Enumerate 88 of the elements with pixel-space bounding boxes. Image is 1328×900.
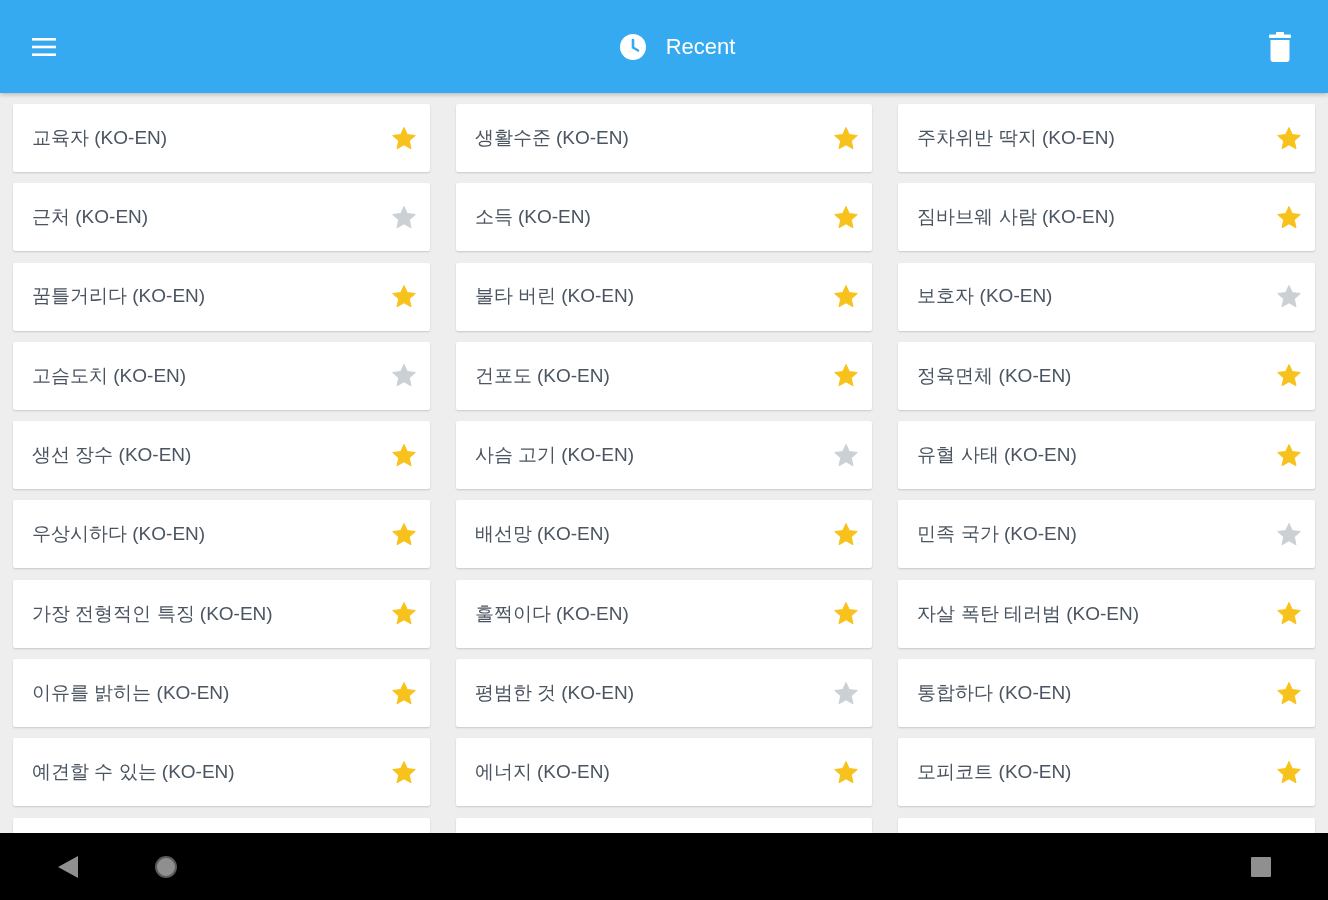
- entry-term: 통합하다 (KO-EN): [917, 680, 1072, 705]
- star-icon[interactable]: [391, 760, 416, 784]
- entry-card[interactable]: 통합하다 (KO-EN): [898, 659, 1315, 728]
- entry-card[interactable]: 생선 장수 (KO-EN): [13, 421, 430, 490]
- star-icon[interactable]: [834, 285, 859, 309]
- star-icon[interactable]: [834, 364, 859, 388]
- entry-card[interactable]: 사슴 고기 (KO-EN): [455, 421, 873, 490]
- home-icon[interactable]: [155, 855, 177, 878]
- entry-term: 자살 폭탄 테러범 (KO-EN): [917, 601, 1139, 626]
- entry-term: 훌쩍이다 (KO-EN): [474, 601, 629, 626]
- star-icon[interactable]: [834, 523, 859, 546]
- entry-card[interactable]: 근처 (KO-EN): [13, 183, 430, 252]
- entry-card[interactable]: 평범한 것 (KO-EN): [455, 659, 873, 728]
- entry-card[interactable]: 짐바브웨 사람 (KO-EN): [898, 183, 1315, 252]
- entry-term: 예견할 수 있는 (KO-EN): [32, 760, 235, 785]
- entry-card[interactable]: 소득 (KO-EN): [455, 183, 873, 252]
- star-icon[interactable]: [1277, 760, 1301, 784]
- entry-term: 유혈 사태 (KO-EN): [917, 442, 1077, 467]
- entry-card[interactable]: 자살 폭탄 테러범 (KO-EN): [898, 579, 1315, 648]
- star-icon[interactable]: [391, 285, 416, 309]
- entry-term: 보호자 (KO-EN): [917, 284, 1053, 309]
- back-icon[interactable]: [58, 855, 78, 878]
- entry-term: 모피코트 (KO-EN): [917, 760, 1072, 785]
- entry-term: 근처 (KO-EN): [32, 205, 149, 230]
- entry-card[interactable]: 가장 전형적인 특징 (KO-EN): [13, 579, 430, 648]
- entry-term: 고슴도치 (KO-EN): [32, 363, 187, 388]
- star-icon[interactable]: [391, 443, 416, 467]
- entry-term: 민족 국가 (KO-EN): [917, 522, 1077, 547]
- star-icon[interactable]: [834, 602, 859, 626]
- entry-term: 정육면체 (KO-EN): [917, 363, 1072, 388]
- entry-term: 꿈틀거리다 (KO-EN): [32, 284, 206, 309]
- star-icon[interactable]: [834, 205, 859, 229]
- star-icon[interactable]: [834, 126, 859, 150]
- entry-card[interactable]: 꿈틀거리다 (KO-EN): [13, 262, 430, 331]
- entry-card[interactable]: 에너지 (KO-EN): [455, 738, 873, 807]
- entry-term: 짐바브웨 사람 (KO-EN): [917, 205, 1115, 230]
- entry-term: 교육자 (KO-EN): [32, 125, 168, 150]
- clock-icon: [619, 33, 646, 60]
- entry-term: 불타 버린 (KO-EN): [474, 284, 635, 309]
- star-icon[interactable]: [1277, 126, 1301, 150]
- app-bar-title: Recent: [665, 33, 736, 61]
- entry-card[interactable]: 모피코트 (KO-EN): [898, 738, 1315, 807]
- entry-card[interactable]: 예견할 수 있는 (KO-EN): [13, 738, 430, 807]
- entry-card[interactable]: 고슴도치 (KO-EN): [13, 341, 430, 410]
- entry-card[interactable]: 유혈 사태 (KO-EN): [898, 421, 1315, 490]
- star-icon[interactable]: [834, 443, 859, 467]
- entry-card[interactable]: 보호자 (KO-EN): [898, 262, 1315, 331]
- entry-term: 생활수준 (KO-EN): [474, 125, 629, 150]
- entry-card[interactable]: 교육자 (KO-EN): [13, 104, 430, 172]
- entry-card[interactable]: 정육면체 (KO-EN): [898, 341, 1315, 410]
- star-icon[interactable]: [391, 602, 416, 626]
- entry-term: 에너지 (KO-EN): [474, 760, 610, 785]
- recents-icon[interactable]: [1251, 856, 1271, 877]
- entry-term: 주차위반 딱지 (KO-EN): [917, 125, 1115, 150]
- entry-term: 평범한 것 (KO-EN): [474, 680, 635, 705]
- entry-term: 배선망 (KO-EN): [474, 522, 610, 547]
- entry-card[interactable]: 생활수준 (KO-EN): [455, 104, 873, 172]
- star-icon[interactable]: [1277, 285, 1301, 309]
- star-icon[interactable]: [834, 681, 859, 705]
- star-icon[interactable]: [391, 126, 416, 150]
- star-icon[interactable]: [391, 364, 416, 388]
- star-icon[interactable]: [1277, 364, 1301, 388]
- entry-card[interactable]: 민족 국가 (KO-EN): [898, 500, 1315, 569]
- star-icon[interactable]: [1277, 602, 1301, 626]
- star-icon[interactable]: [1277, 523, 1301, 546]
- star-icon[interactable]: [1277, 205, 1301, 229]
- entry-term: 사슴 고기 (KO-EN): [474, 442, 635, 467]
- entry-term: 이유를 밝히는 (KO-EN): [32, 680, 230, 705]
- entry-card[interactable]: 배선망 (KO-EN): [455, 500, 873, 569]
- entry-card[interactable]: 주차위반 딱지 (KO-EN): [898, 104, 1315, 172]
- entry-card[interactable]: 훌쩍이다 (KO-EN): [455, 579, 873, 648]
- star-icon[interactable]: [834, 760, 859, 784]
- trash-icon[interactable]: [1269, 31, 1291, 62]
- entry-card[interactable]: 건포도 (KO-EN): [455, 341, 873, 410]
- entry-term: 우상시하다 (KO-EN): [32, 522, 206, 547]
- star-icon[interactable]: [1277, 443, 1301, 467]
- entry-card[interactable]: 우상시하다 (KO-EN): [13, 500, 430, 569]
- entry-card[interactable]: 이유를 밝히는 (KO-EN): [13, 659, 430, 728]
- star-icon[interactable]: [391, 205, 416, 229]
- entry-term: 소득 (KO-EN): [474, 205, 591, 230]
- star-icon[interactable]: [391, 681, 416, 705]
- entry-card[interactable]: 불타 버린 (KO-EN): [455, 262, 873, 331]
- star-icon[interactable]: [391, 523, 416, 546]
- star-icon[interactable]: [1277, 681, 1301, 705]
- menu-icon[interactable]: [32, 37, 56, 56]
- entry-term: 가장 전형적인 특징 (KO-EN): [32, 601, 273, 626]
- entry-term: 건포도 (KO-EN): [474, 363, 610, 388]
- entry-term: 생선 장수 (KO-EN): [32, 442, 192, 467]
